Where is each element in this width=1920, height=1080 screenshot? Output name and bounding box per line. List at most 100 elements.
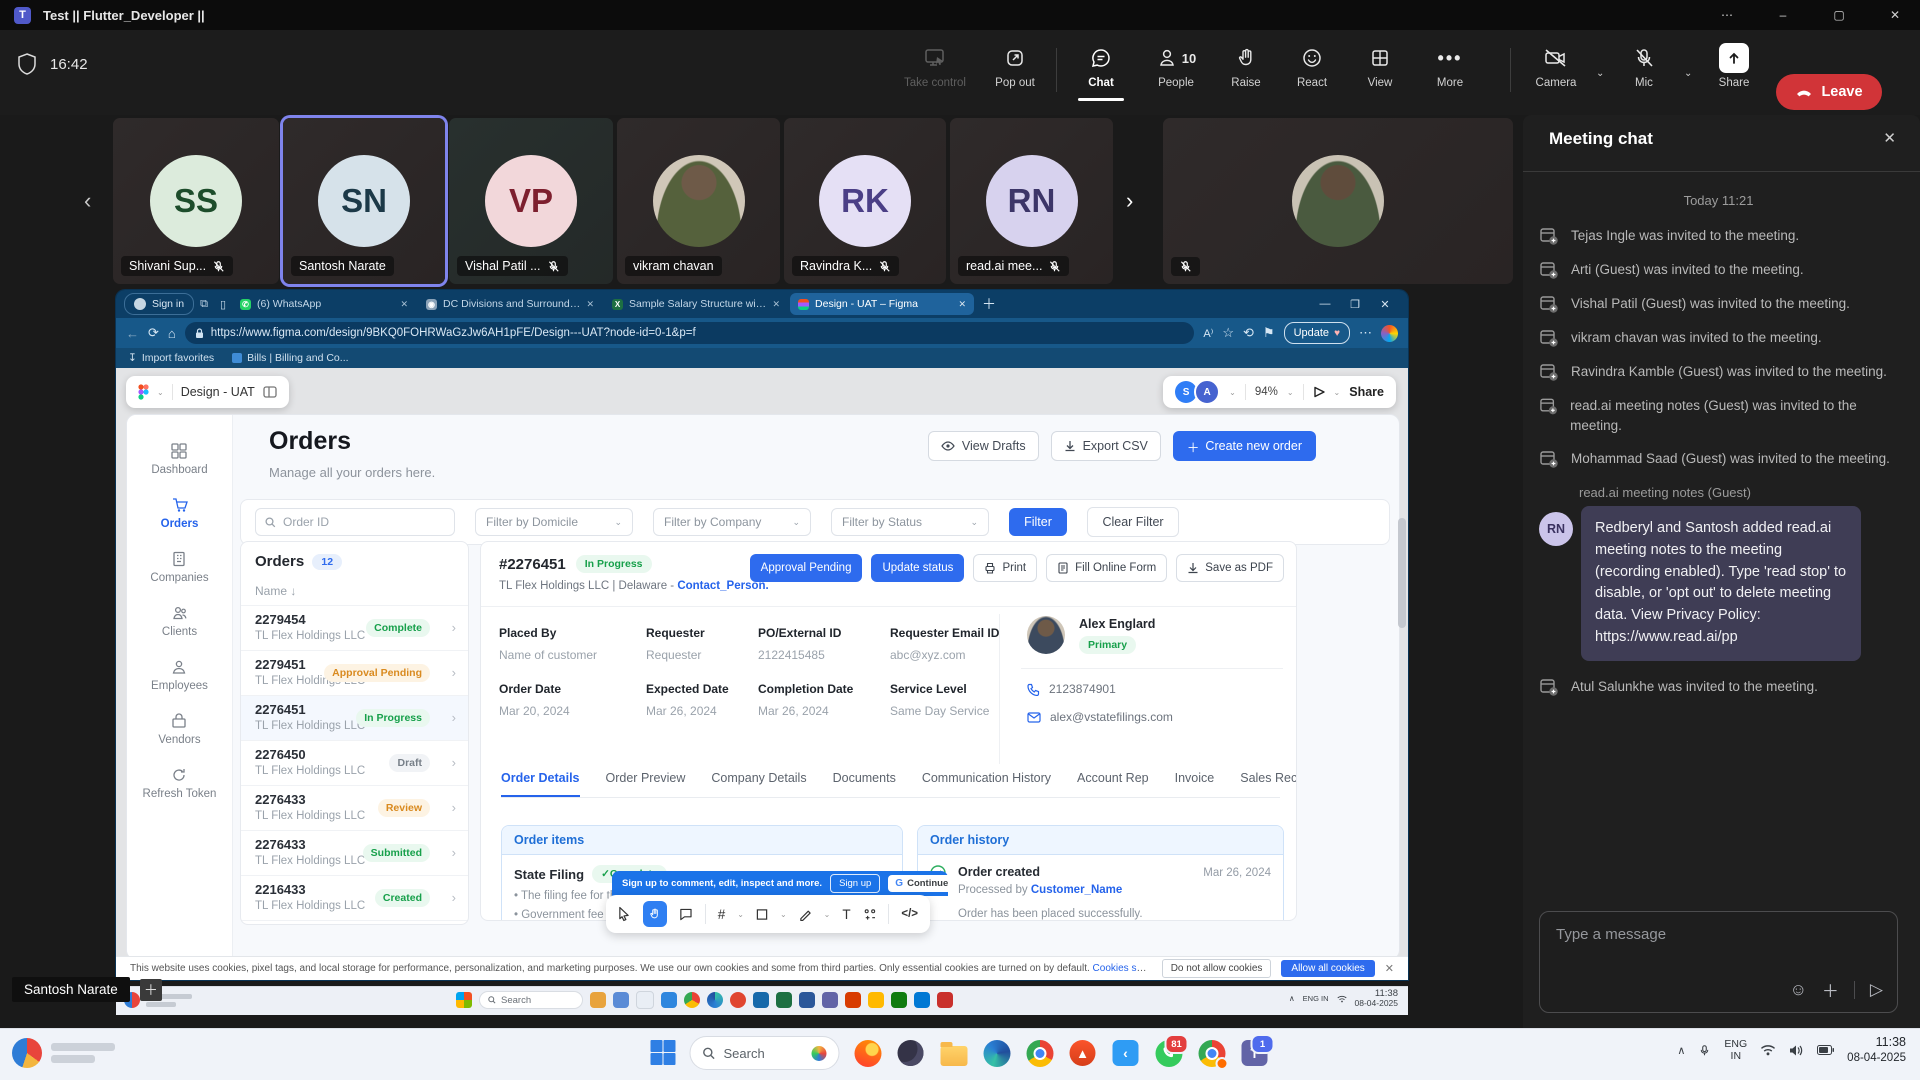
- video-tile[interactable]: vikram chavan: [617, 118, 780, 284]
- sidebar-item-dashboard[interactable]: Dashboard: [151, 443, 207, 476]
- camera-options-chevron-icon[interactable]: ⌄: [1596, 68, 1604, 79]
- close-chat-icon[interactable]: ✕: [1883, 129, 1896, 147]
- taskbar-app-icon[interactable]: [636, 991, 654, 1009]
- text-tool[interactable]: T: [842, 907, 850, 922]
- export-csv-button[interactable]: Export CSV: [1051, 431, 1161, 461]
- shared-start-button[interactable]: [456, 992, 472, 1008]
- raise-hand-button[interactable]: Raise: [1216, 45, 1276, 89]
- move-cursor-tool[interactable]: [618, 906, 631, 922]
- taskbar-app-icon[interactable]: [891, 992, 907, 1008]
- collaborator-avatar[interactable]: A: [1194, 379, 1220, 405]
- tab-account-rep[interactable]: Account Rep: [1077, 771, 1149, 797]
- tab-communication-history[interactable]: Communication History: [922, 771, 1051, 797]
- filter-status-dropdown[interactable]: Filter by Status⌄: [831, 508, 989, 536]
- component-tool[interactable]: [863, 907, 877, 922]
- more-button[interactable]: ••• More: [1418, 45, 1482, 89]
- mic-options-chevron-icon[interactable]: ⌄: [1684, 68, 1692, 79]
- whatsapp-icon[interactable]: 81: [1154, 1038, 1184, 1068]
- start-button[interactable]: [651, 1040, 677, 1066]
- sidebar-item-clients[interactable]: Clients: [162, 605, 197, 638]
- teams-taskbar-icon[interactable]: T1: [1240, 1038, 1270, 1068]
- mic-button[interactable]: Mic: [1616, 45, 1672, 89]
- apply-filter-button[interactable]: Filter: [1009, 508, 1067, 536]
- filter-company-dropdown[interactable]: Filter by Company⌄: [653, 508, 811, 536]
- taskbar-app-icon[interactable]: [753, 992, 769, 1008]
- taskbar-search-box[interactable]: Search: [690, 1036, 840, 1070]
- shape-tool[interactable]: [756, 908, 768, 921]
- zoom-chevron-icon[interactable]: ⌄: [1287, 388, 1294, 397]
- browser-restore-button[interactable]: ❐: [1340, 290, 1370, 318]
- video-tile[interactable]: RN read.ai mee...: [950, 118, 1113, 284]
- tab-sales-receipt[interactable]: Sales Receipt: [1240, 771, 1297, 797]
- google-continue-button[interactable]: GContinue: [888, 875, 955, 892]
- tab-order-details[interactable]: Order Details: [501, 771, 580, 797]
- collaborators-chevron-icon[interactable]: ⌄: [1229, 388, 1236, 397]
- taskbar-app-icon[interactable]: [776, 992, 792, 1008]
- close-tab-icon[interactable]: ✕: [958, 299, 966, 310]
- refresh-icon[interactable]: ⟳: [148, 325, 159, 341]
- address-bar[interactable]: https://www.figma.com/design/9BKQ0FOHRWa…: [185, 322, 1195, 344]
- shared-search-box[interactable]: Search: [479, 991, 583, 1009]
- taskbar-app-icon[interactable]: [661, 992, 677, 1008]
- order-row[interactable]: 2276433TL Flex Holdings LLCReview›: [241, 786, 468, 831]
- chat-button[interactable]: Chat: [1068, 45, 1134, 89]
- signup-button[interactable]: Sign up: [830, 874, 880, 893]
- figma-file-menu[interactable]: ⌄ Design - UAT: [126, 376, 289, 408]
- close-cookie-icon[interactable]: ✕: [1385, 962, 1394, 975]
- order-row[interactable]: 2279454TL Flex Holdings LLCComplete›: [241, 606, 468, 651]
- favorite-star-icon[interactable]: ☆: [1222, 325, 1234, 341]
- share-button[interactable]: Share: [1706, 45, 1762, 89]
- dev-mode-tool[interactable]: </>: [901, 908, 918, 920]
- taskbar-app-icon[interactable]: [707, 992, 723, 1008]
- taskbar-app-icon[interactable]: [937, 992, 953, 1008]
- shared-system-tray[interactable]: ∧ ENG IN 11:3808-04-2025: [1289, 989, 1398, 1009]
- save-as-pdf-button[interactable]: Save as PDF: [1176, 554, 1284, 582]
- collections-icon[interactable]: ⚑: [1263, 325, 1275, 341]
- zoom-level[interactable]: 94%: [1255, 386, 1278, 398]
- close-tab-icon[interactable]: ✕: [772, 299, 780, 310]
- taskbar-app-icon[interactable]: [845, 992, 861, 1008]
- taskbar-app-icon[interactable]: [613, 992, 629, 1008]
- bookmark-bills[interactable]: Bills | Billing and Co...: [232, 352, 348, 364]
- scroll-tiles-left-icon[interactable]: ‹: [84, 188, 91, 214]
- browser-tab-dc-divisions[interactable]: ◉DC Divisions and Surroundings✕: [418, 293, 602, 315]
- hand-tool-active[interactable]: [643, 901, 667, 927]
- present-play-icon[interactable]: [1313, 386, 1325, 398]
- taskbar-app-icon[interactable]: [868, 992, 884, 1008]
- window-maximize-button[interactable]: ▢: [1822, 0, 1856, 30]
- firefox-icon[interactable]: [853, 1038, 883, 1068]
- scroll-tiles-right-icon[interactable]: ›: [1126, 188, 1133, 214]
- video-tile[interactable]: RK Ravindra K...: [784, 118, 946, 284]
- browser-tab-whatsapp[interactable]: ✆(6) WhatsApp✕: [232, 293, 416, 315]
- browser-update-button[interactable]: Update♥: [1284, 322, 1350, 344]
- layout-grid-icon[interactable]: [263, 386, 277, 398]
- browser-signin-button[interactable]: Sign in: [124, 293, 194, 315]
- attach-plus-icon[interactable]: ＋: [1822, 977, 1839, 1002]
- tab-documents[interactable]: Documents: [833, 771, 896, 797]
- vertical-tabs-icon[interactable]: ⧉: [200, 298, 208, 311]
- taskbar-clock[interactable]: 11:38 08-04-2025: [1847, 1035, 1906, 1065]
- new-tab-icon[interactable]: ＋: [982, 294, 996, 314]
- close-tab-icon[interactable]: ✕: [400, 299, 408, 310]
- sidebar-item-refresh-token[interactable]: Refresh Token: [143, 767, 217, 800]
- read-aloud-icon[interactable]: A⁾: [1203, 327, 1213, 340]
- browser-essentials-icon[interactable]: ⟲: [1243, 325, 1254, 341]
- tab-company-details[interactable]: Company Details: [711, 771, 806, 797]
- pop-out-button[interactable]: Pop out: [982, 45, 1048, 89]
- chevron-down-icon[interactable]: ⌄: [780, 910, 787, 919]
- fill-online-form-button[interactable]: Fill Online Form: [1046, 554, 1167, 582]
- filter-domicile-dropdown[interactable]: Filter by Domicile⌄: [475, 508, 633, 536]
- order-row[interactable]: 2216433TL Flex Holdings LLCCreated›: [241, 876, 468, 921]
- edge-icon[interactable]: [982, 1038, 1012, 1068]
- approval-pending-button[interactable]: Approval Pending: [750, 554, 863, 582]
- print-button[interactable]: Print: [973, 554, 1037, 582]
- tray-mic-icon[interactable]: [1698, 1043, 1711, 1058]
- video-tile[interactable]: [1163, 118, 1513, 284]
- create-new-order-button[interactable]: ＋Create new order: [1173, 431, 1316, 461]
- chrome-profile-icon[interactable]: [1197, 1038, 1227, 1068]
- page-scrollbar[interactable]: [1398, 398, 1406, 958]
- react-button[interactable]: React: [1282, 45, 1342, 89]
- deny-cookies-button[interactable]: Do not allow cookies: [1162, 959, 1272, 978]
- pin-add-icon[interactable]: ＋: [140, 979, 162, 1001]
- chevron-down-icon[interactable]: ⌄: [824, 910, 831, 919]
